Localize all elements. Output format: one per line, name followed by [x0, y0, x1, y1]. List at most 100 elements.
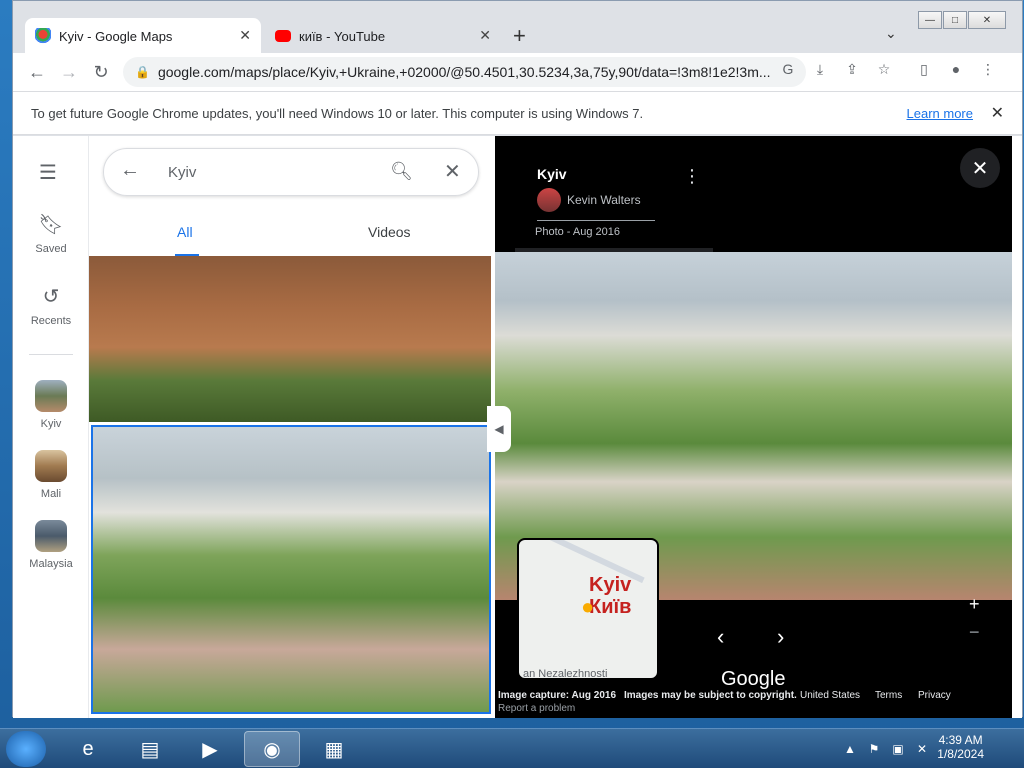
youtube-icon: [275, 30, 291, 42]
chrome-icon[interactable]: ◉: [244, 731, 300, 767]
kyiv-thumbnail: [35, 380, 67, 412]
share-icon[interactable]: ⇪: [842, 59, 862, 79]
close-viewer-button[interactable]: ✕: [960, 148, 1000, 188]
side-panel-icon[interactable]: ▯: [914, 59, 934, 79]
profile-avatar-icon[interactable]: ●: [946, 59, 966, 79]
window-close-button[interactable]: ✕: [968, 11, 1006, 29]
address-bar[interactable]: 🔒 google.com/maps/place/Kyiv,+Ukraine,+0…: [123, 57, 806, 87]
close-tab-icon[interactable]: ✕: [239, 27, 251, 44]
rail-place-mali[interactable]: Mali: [13, 450, 89, 500]
next-photo-icon[interactable]: ›: [777, 624, 784, 650]
report-problem-link[interactable]: Report a problem: [498, 703, 575, 714]
close-tab-icon[interactable]: ✕: [479, 27, 491, 44]
collapse-panel-chevron-icon[interactable]: ◀: [487, 406, 511, 452]
clock-time: 4:39 AM: [938, 733, 983, 747]
media-player-icon[interactable]: ▶: [182, 731, 238, 767]
infobar-message: To get future Google Chrome updates, you…: [31, 105, 644, 121]
rail-recents-label: Recents: [30, 315, 72, 327]
photo-thumbnail-selected[interactable]: [91, 425, 491, 714]
clear-search-icon[interactable]: ✕: [444, 159, 461, 184]
bookmark-star-icon[interactable]: ☆: [874, 59, 894, 79]
history-icon: ↺: [42, 286, 60, 308]
country-link[interactable]: United States: [800, 690, 860, 701]
tab-label: київ - YouTube: [299, 28, 386, 44]
clock-date: 1/8/2024: [937, 747, 984, 761]
author-avatar: [537, 188, 561, 212]
viewer-title: Kyiv: [537, 166, 567, 182]
learn-more-link[interactable]: Learn more: [907, 106, 973, 121]
tab-search-chevron-icon[interactable]: ⌄: [885, 25, 897, 42]
photo-thumbnail[interactable]: [89, 256, 491, 422]
tab-videos[interactable]: Videos: [368, 224, 411, 240]
lock-icon: 🔒: [135, 65, 150, 79]
zoom-in-icon[interactable]: +: [969, 594, 980, 615]
rail-divider: [29, 354, 73, 355]
rail-recents[interactable]: ↺ Recents: [13, 284, 89, 327]
calculator-icon[interactable]: ▦: [306, 731, 362, 767]
mali-thumbnail: [35, 450, 67, 482]
taskbar: e ▤ ▶ ◉ ▦ ▲ ⚑ ▣ ✕ 4:39 AM 1/8/2024: [0, 728, 1024, 768]
left-rail: ☰ 🔖︎ Saved ↺ Recents Kyiv Mali Malaysia: [13, 136, 89, 718]
minimap-city-label: Kyiv Київ: [589, 574, 631, 618]
maps-content: ☰ 🔖︎ Saved ↺ Recents Kyiv Mali Malaysia: [13, 136, 1022, 718]
photo-author[interactable]: Kevin Walters: [537, 188, 641, 212]
tab-youtube[interactable]: київ - YouTube ✕: [265, 18, 501, 54]
start-button[interactable]: [6, 731, 46, 767]
minimize-button[interactable]: —: [918, 11, 942, 29]
search-input[interactable]: Kyiv: [168, 164, 196, 181]
privacy-link[interactable]: Privacy: [918, 690, 951, 701]
minimap-street: an Nezalezhnosti: [523, 668, 608, 680]
action-center-icon[interactable]: ⚑: [864, 731, 884, 767]
minimap-label-uk: Київ: [589, 596, 632, 618]
rail-place-label: Kyiv: [40, 418, 62, 430]
rail-place-label: Malaysia: [29, 558, 73, 570]
more-options-icon[interactable]: ⋮: [683, 166, 701, 187]
search-icon[interactable]: 🔍︎: [390, 161, 413, 182]
photo-viewer: Kyiv Kevin Walters Photo - Aug 2016 ⋮ ✕ …: [487, 136, 1012, 718]
zoom-out-icon[interactable]: −: [969, 622, 980, 643]
tab-strip: Kyiv - Google Maps ✕ київ - YouTube ✕ + …: [13, 1, 1022, 54]
internet-explorer-icon[interactable]: e: [60, 731, 116, 767]
new-tab-button[interactable]: +: [513, 23, 526, 49]
clock[interactable]: 4:39 AM 1/8/2024: [937, 733, 984, 761]
file-explorer-icon[interactable]: ▤: [122, 731, 178, 767]
tab-label: Kyiv - Google Maps: [59, 28, 173, 44]
tray-expand-icon[interactable]: ▲: [840, 731, 860, 767]
network-icon[interactable]: ▣: [888, 731, 908, 767]
google-logo: Google: [721, 668, 786, 690]
url-text: google.com/maps/place/Kyiv,+Ukraine,+020…: [157, 64, 771, 80]
tab-all[interactable]: All: [177, 224, 193, 240]
image-capture-text: Image capture: Aug 2016: [498, 690, 617, 701]
browser-window: Kyiv - Google Maps ✕ київ - YouTube ✕ + …: [12, 0, 1023, 718]
photo-tabs: All Videos: [89, 218, 495, 258]
previous-photo-icon[interactable]: ‹: [717, 624, 724, 650]
hamburger-menu-icon[interactable]: ☰: [39, 160, 57, 185]
update-infobar: To get future Google Chrome updates, you…: [13, 91, 1022, 135]
rail-place-malaysia[interactable]: Malaysia: [13, 520, 89, 570]
minimap-label-en: Kyiv: [589, 574, 632, 596]
google-maps-icon: [35, 28, 51, 44]
rail-place-kyiv[interactable]: Kyiv: [13, 380, 89, 430]
forward-icon[interactable]: →: [57, 60, 81, 84]
maximize-button[interactable]: □: [943, 11, 967, 29]
bookmark-icon: 🔖︎: [38, 214, 64, 236]
mini-map[interactable]: Kyiv Київ ● an Nezalezhnosti: [517, 538, 659, 680]
rail-saved[interactable]: 🔖︎ Saved: [13, 212, 89, 255]
infobar-close-icon[interactable]: ✕: [991, 103, 1004, 123]
photo-date: Photo - Aug 2016: [535, 226, 621, 238]
pegman-icon: ●: [581, 594, 595, 619]
terms-link[interactable]: Terms: [875, 690, 902, 701]
menu-kebab-icon[interactable]: ⋮: [978, 59, 998, 79]
search-box[interactable]: ← Kyiv 🔍︎ ✕: [103, 148, 479, 196]
volume-muted-icon[interactable]: ✕: [912, 731, 932, 767]
tab-google-maps[interactable]: Kyiv - Google Maps ✕: [25, 18, 261, 54]
google-lens-icon[interactable]: G: [778, 59, 798, 79]
reload-icon[interactable]: ↻: [89, 60, 113, 84]
author-name: Kevin Walters: [567, 193, 641, 207]
install-app-icon[interactable]: ⤓: [810, 59, 830, 79]
browser-toolbar: ← → ↻ 🔒 google.com/maps/place/Kyiv,+Ukra…: [13, 53, 1022, 91]
back-arrow-icon[interactable]: ←: [120, 159, 140, 182]
rail-place-label: Mali: [40, 488, 62, 500]
header-divider: [537, 220, 655, 221]
back-icon[interactable]: ←: [25, 60, 49, 84]
